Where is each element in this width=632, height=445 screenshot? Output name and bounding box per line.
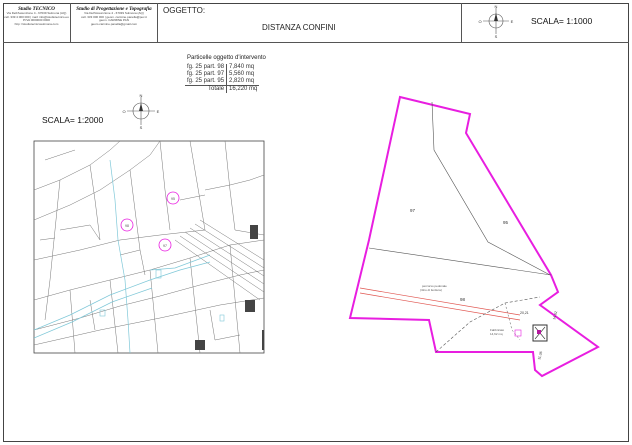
dimension-label: 11,36 — [537, 351, 543, 360]
property-boundary — [348, 95, 600, 378]
road-note: (ritiro di fenitura) — [420, 288, 442, 292]
compass-o-label: O — [478, 19, 481, 24]
compass-s-label: S — [140, 125, 143, 130]
small-structure — [514, 329, 522, 337]
cadastral-label-98: 98 — [125, 224, 129, 228]
cadastral-label-97: 97 — [163, 244, 167, 248]
compass-e-label: E — [511, 19, 514, 24]
parcel-divider — [368, 247, 552, 276]
dimension-label: 20,21 — [520, 311, 529, 315]
compass-e-label: E — [157, 109, 160, 114]
compass-n-label: N — [140, 93, 143, 98]
compass-icon: N S E O — [122, 93, 159, 130]
compass-n-label: N — [495, 4, 498, 9]
drawing-canvas: N S E O N S E O 98 95 97 97 95 98 percor… — [33, 4, 600, 378]
road-line — [359, 292, 521, 321]
parcel-divider — [431, 101, 551, 276]
cadastral-map: 98 95 97 — [33, 140, 265, 354]
setback-line — [435, 296, 541, 353]
site-plan: 97 95 98 percorso pedonale (ritiro di fe… — [348, 95, 600, 378]
compass-s-label: S — [495, 34, 498, 39]
parcel-label-98: 98 — [460, 297, 466, 302]
building-mark — [537, 330, 541, 334]
compass-icon: N S E O — [478, 4, 513, 39]
compass-o-label: O — [122, 109, 125, 114]
building-note: 14,62 mq — [490, 332, 503, 336]
parcel-label-97: 97 — [410, 208, 416, 213]
dimension-label: 14,62 — [552, 311, 558, 321]
cadastral-label-95: 95 — [171, 197, 175, 201]
parcel-label-95: 95 — [503, 220, 509, 225]
road-line — [359, 287, 521, 316]
setback-line — [504, 302, 521, 341]
